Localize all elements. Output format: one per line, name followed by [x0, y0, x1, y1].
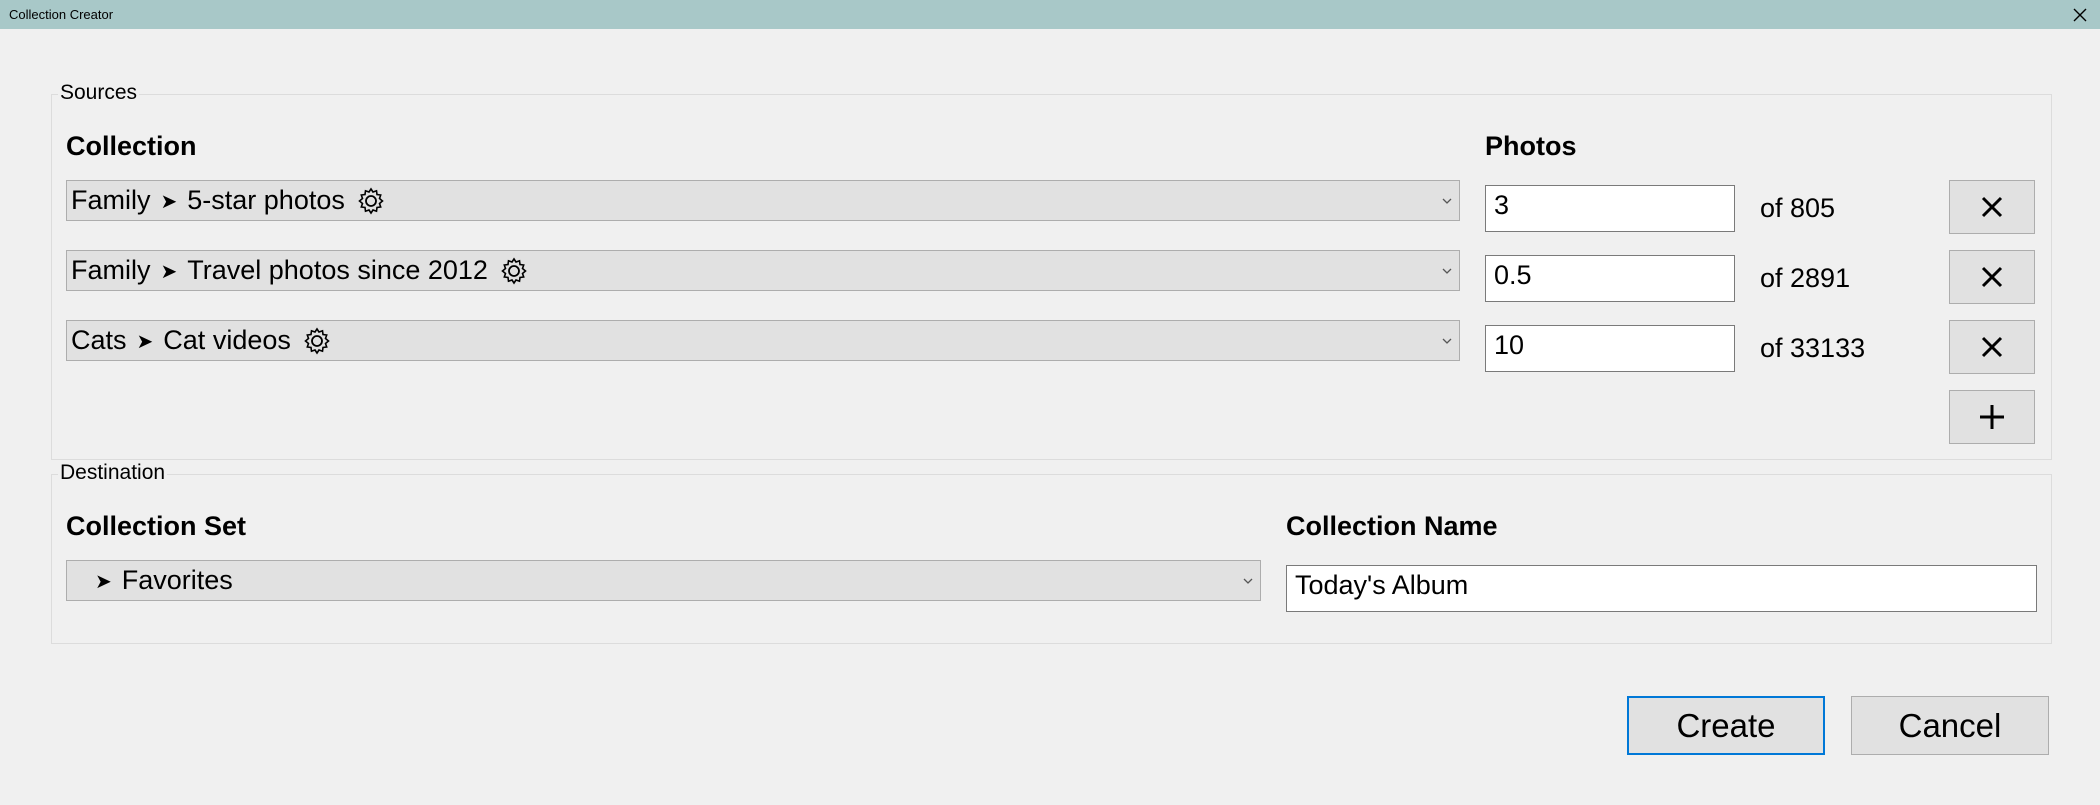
photos-total-label-3: of 33133 [1760, 333, 1866, 363]
source-collection-label: Cat videos [163, 325, 291, 355]
chevron-down-icon [1442, 338, 1452, 344]
photos-total-label-2: of 2891 [1760, 263, 1851, 293]
collection-name-value: Today's Album [1295, 570, 1469, 600]
source-collection-select-3[interactable]: Cats ➤ Cat videos [66, 320, 1460, 361]
create-button[interactable]: Create [1627, 696, 1825, 755]
sources-group-label: Sources [58, 81, 140, 105]
collection-name-input[interactable]: Today's Album [1286, 565, 2037, 612]
source-parent-label: Family [71, 255, 151, 285]
source-collection-label: 5-star photos [187, 185, 345, 215]
smart-collection-gear-icon [500, 257, 528, 285]
close-icon [1981, 196, 2003, 218]
window-close-button[interactable] [2060, 0, 2100, 29]
photos-count-input-2[interactable]: 0.5 [1485, 255, 1735, 302]
collection-set-select[interactable]: ➤ Favorites [66, 560, 1261, 601]
chevron-down-icon [1442, 268, 1452, 274]
destination-group [51, 474, 2052, 644]
window-title: Collection Creator [9, 7, 114, 22]
separator-arrow-icon: ➤ [136, 331, 154, 353]
chevron-down-icon [1442, 198, 1452, 204]
source-collection-select-2[interactable]: Family ➤ Travel photos since 2012 [66, 250, 1460, 291]
photos-column-header: Photos [1485, 131, 1577, 161]
smart-collection-gear-icon [357, 187, 385, 215]
photos-count-value: 0.5 [1494, 260, 1532, 290]
close-icon [1981, 266, 2003, 288]
source-collection-label: Travel photos since 2012 [187, 255, 488, 285]
close-icon [2073, 8, 2087, 21]
close-icon [1981, 336, 2003, 358]
photos-count-input-1[interactable]: 3 [1485, 185, 1735, 232]
remove-source-button-1[interactable] [1949, 180, 2035, 234]
title-bar: Collection Creator [0, 0, 2100, 29]
source-parent-label: Cats [71, 325, 127, 355]
remove-source-button-2[interactable] [1949, 250, 2035, 304]
plus-icon [1980, 405, 2004, 429]
remove-source-button-3[interactable] [1949, 320, 2035, 374]
photos-count-value: 10 [1494, 330, 1525, 360]
destination-group-label: Destination [58, 461, 168, 485]
smart-collection-gear-icon [303, 327, 331, 355]
add-source-button[interactable] [1949, 390, 2035, 444]
cancel-button[interactable]: Cancel [1851, 696, 2049, 755]
source-collection-select-1[interactable]: Family ➤ 5-star photos [66, 180, 1460, 221]
photos-count-input-3[interactable]: 10 [1485, 325, 1735, 372]
photos-count-value: 3 [1494, 190, 1510, 220]
photos-total-label-1: of 805 [1760, 193, 1836, 223]
collection-set-value: Favorites [121, 565, 233, 595]
collection-name-header: Collection Name [1286, 511, 1498, 541]
collection-column-header: Collection [66, 131, 197, 161]
separator-arrow-icon: ➤ [160, 261, 178, 283]
source-parent-label: Family [71, 185, 151, 215]
separator-arrow-icon: ➤ [160, 191, 178, 213]
collection-set-header: Collection Set [66, 511, 247, 541]
separator-arrow-icon: ➤ [95, 571, 112, 593]
chevron-down-icon [1243, 578, 1253, 584]
